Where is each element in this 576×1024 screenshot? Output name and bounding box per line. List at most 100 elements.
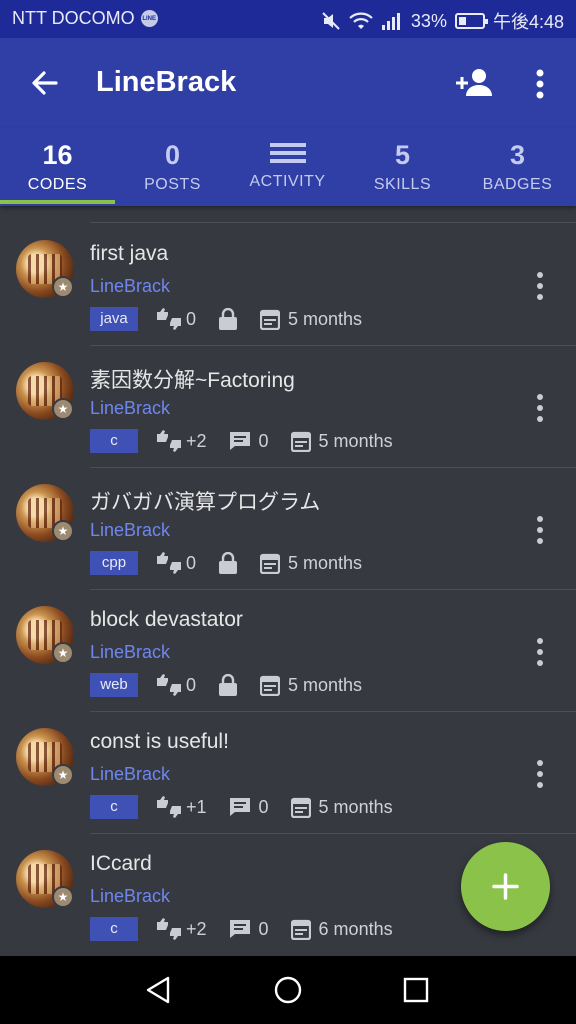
language-tag: c (90, 429, 138, 453)
lock-icon (219, 674, 238, 696)
tab-label: ACTIVITY (249, 173, 326, 190)
comment-count: 0 (258, 796, 269, 817)
vote-count: +2 (186, 918, 207, 939)
square-recents-icon[interactable] (399, 973, 433, 1007)
calendar-icon (260, 675, 281, 696)
code-meta: web 0 5 months (90, 673, 362, 697)
line-app-icon: LINE (140, 10, 158, 27)
date-label: 5 months (288, 674, 363, 695)
carrier-label: NTT DOCOMO (12, 8, 135, 28)
tab-label: BADGES (482, 176, 553, 193)
lock-icon (219, 552, 238, 574)
code-title: 素因数分解~Factoring (90, 369, 295, 392)
tab-count: 16 (42, 140, 73, 170)
code-meta: cpp 0 5 months (90, 551, 362, 575)
tab-activity[interactable]: ACTIVITY (230, 128, 345, 206)
status-bar: NTT DOCOMO LINE 33% 午後4:48 (0, 0, 576, 38)
code-title: const is useful! (90, 730, 229, 753)
item-more-vert-icon[interactable] (528, 512, 552, 548)
circle-home-icon[interactable] (271, 973, 305, 1007)
tab-count: 5 (394, 140, 411, 170)
star-icon: ★ (52, 520, 74, 542)
battery-percent: 33% (410, 10, 447, 31)
code-title: ICcard (90, 852, 152, 875)
item-more-vert-icon[interactable] (528, 634, 552, 670)
language-tag: c (90, 917, 138, 941)
tab-skills[interactable]: 5 SKILLS (345, 128, 460, 206)
date-label: 5 months (288, 552, 363, 573)
vote-count: +2 (186, 430, 207, 451)
vote-icon (157, 674, 181, 696)
author-link[interactable]: LineBrack (90, 886, 170, 907)
triangle-back-icon[interactable] (142, 973, 176, 1007)
language-tag: java (90, 307, 138, 331)
comment-icon (229, 920, 250, 938)
author-link[interactable]: LineBrack (90, 276, 170, 297)
tab-badges[interactable]: 3 BADGES (460, 128, 575, 206)
tab-label: CODES (27, 176, 88, 193)
author-link[interactable]: LineBrack (90, 398, 170, 419)
add-code-button[interactable] (461, 842, 550, 931)
system-nav-bar (0, 956, 576, 1024)
item-more-vert-icon[interactable] (528, 390, 552, 426)
vote-count: +1 (186, 796, 207, 817)
list-item[interactable]: ★ first java LineBrack java 0 5 months (0, 224, 576, 346)
list-item[interactable]: ★ ガバガバ演算プログラム LineBrack cpp 0 5 months (0, 468, 576, 590)
battery-icon (454, 13, 488, 29)
author-link[interactable]: LineBrack (90, 520, 170, 541)
mute-icon (322, 12, 340, 30)
vote-icon (157, 918, 181, 940)
code-title: first java (90, 242, 169, 265)
code-meta: c +2 0 6 months (90, 917, 393, 941)
star-icon: ★ (52, 642, 74, 664)
date-label: 6 months (318, 918, 393, 939)
wifi-icon (349, 12, 373, 29)
calendar-icon (290, 431, 311, 452)
tab-posts[interactable]: 0 POSTS (115, 128, 230, 206)
plus-icon (492, 873, 519, 900)
list-item[interactable]: ★ block devastator LineBrack web 0 5 months (0, 590, 576, 712)
date-label: 5 months (288, 308, 363, 329)
list-item[interactable]: ★ 素因数分解~Factoring LineBrack c +2 0 5 months (0, 346, 576, 468)
code-title: ガバガバ演算プログラム (90, 491, 321, 514)
active-tab-indicator (0, 200, 115, 204)
lock-icon (219, 308, 238, 330)
vote-icon (157, 552, 181, 574)
comment-icon (229, 798, 250, 816)
tab-codes[interactable]: 16 CODES (0, 128, 115, 206)
list-item[interactable]: ★ const is useful! LineBrack c +1 0 5 months (0, 712, 576, 834)
code-meta: c +2 0 5 months (90, 429, 393, 453)
calendar-icon (260, 553, 281, 574)
tab-label: SKILLS (373, 176, 432, 193)
app-bar: LineBrack (0, 38, 576, 128)
vote-count: 0 (186, 552, 197, 573)
tab-count: 3 (509, 140, 526, 170)
tab-label: POSTS (144, 176, 201, 193)
vote-count: 0 (186, 308, 197, 329)
language-tag: cpp (90, 551, 138, 575)
comment-count: 0 (258, 430, 269, 451)
code-meta: c +1 0 5 months (90, 795, 393, 819)
item-more-vert-icon[interactable] (528, 268, 552, 304)
calendar-icon (290, 919, 311, 940)
language-tag: web (90, 673, 138, 697)
arrow-left-icon[interactable] (22, 60, 68, 106)
tab-count: 0 (164, 140, 181, 170)
more-vert-icon[interactable] (522, 62, 558, 106)
star-icon: ★ (52, 398, 74, 420)
comment-icon (229, 432, 250, 450)
code-list[interactable]: ★ first java LineBrack java 0 5 months ★ 素因数分解~… (0, 206, 576, 956)
calendar-icon (260, 309, 281, 330)
vote-icon (157, 796, 181, 818)
clock: 午後4:48 (492, 12, 564, 32)
person-add-icon[interactable] (452, 62, 496, 106)
calendar-icon (290, 797, 311, 818)
star-icon: ★ (52, 276, 74, 298)
author-link[interactable]: LineBrack (90, 642, 170, 663)
vote-icon (157, 430, 181, 452)
code-title: block devastator (90, 608, 243, 631)
star-icon: ★ (52, 764, 74, 786)
item-more-vert-icon[interactable] (528, 756, 552, 792)
author-link[interactable]: LineBrack (90, 764, 170, 785)
date-label: 5 months (318, 796, 393, 817)
